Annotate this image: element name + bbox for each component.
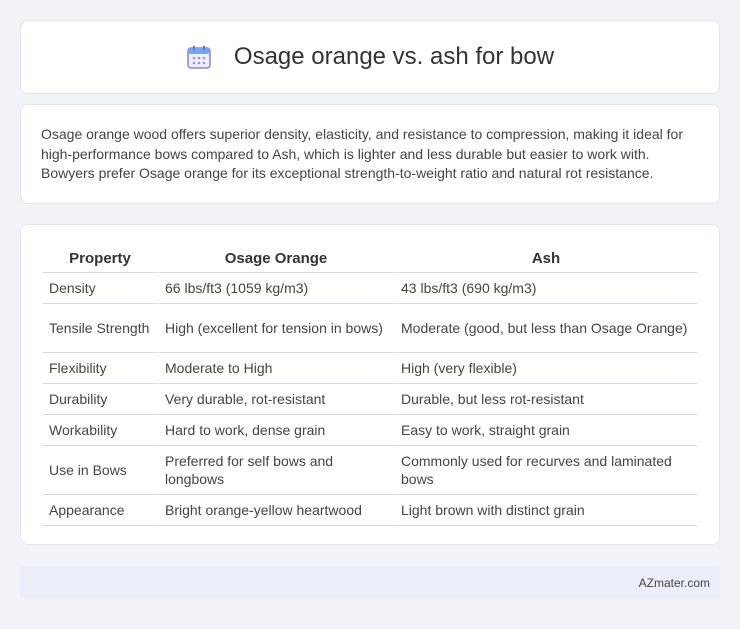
footer-bar: AZmater.com (20, 566, 720, 599)
table-row: Workability Hard to work, dense grain Ea… (43, 415, 697, 446)
table-row: Tensile Strength High (excellent for ten… (43, 304, 697, 353)
cell-property: Appearance (43, 495, 157, 526)
cell-ash: Moderate (good, but less than Osage Oran… (393, 304, 697, 353)
cell-osage: 66 lbs/ft3 (1059 kg/m3) (157, 273, 393, 304)
cell-property: Workability (43, 415, 157, 446)
cell-property: Durability (43, 384, 157, 415)
footer-site-link[interactable]: AZmater.com (639, 576, 710, 590)
title-card: Osage orange vs. ash for bow (20, 20, 720, 94)
table-header-row: Property Osage Orange Ash (43, 245, 697, 273)
page-title: Osage orange vs. ash for bow (233, 43, 555, 70)
table-row: Density 66 lbs/ft3 (1059 kg/m3) 43 lbs/f… (43, 273, 697, 304)
cell-property: Use in Bows (43, 446, 157, 495)
title-wrap: Osage orange vs. ash for bow (186, 43, 554, 71)
comparison-table: Property Osage Orange Ash Density 66 lbs… (43, 245, 697, 526)
cell-ash: Durable, but less rot-resistant (393, 384, 697, 415)
description-card: Osage orange wood offers superior densit… (20, 104, 720, 204)
calendar-icon (186, 44, 212, 70)
cell-osage: Bright orange-yellow heartwood (157, 495, 393, 526)
cell-ash: Easy to work, straight grain (393, 415, 697, 446)
cell-property: Flexibility (43, 353, 157, 384)
cell-ash: 43 lbs/ft3 (690 kg/m3) (393, 273, 697, 304)
cell-ash: Light brown with distinct grain (393, 495, 697, 526)
cell-ash: Commonly used for recurves and laminated… (393, 446, 697, 495)
description-text: Osage orange wood offers superior densit… (41, 126, 683, 181)
cell-osage: Hard to work, dense grain (157, 415, 393, 446)
header-ash: Ash (393, 245, 697, 273)
cell-osage: Moderate to High (157, 353, 393, 384)
table-row: Flexibility Moderate to High High (very … (43, 353, 697, 384)
header-osage-orange: Osage Orange (157, 245, 393, 273)
cell-property: Density (43, 273, 157, 304)
table-row: Durability Very durable, rot-resistant D… (43, 384, 697, 415)
comparison-table-card: Property Osage Orange Ash Density 66 lbs… (20, 224, 720, 545)
header-property: Property (43, 245, 157, 273)
cell-osage: Preferred for self bows and longbows (157, 446, 393, 495)
cell-osage: Very durable, rot-resistant (157, 384, 393, 415)
cell-osage: High (excellent for tension in bows) (157, 304, 393, 353)
table-row: Appearance Bright orange-yellow heartwoo… (43, 495, 697, 526)
table-row: Use in Bows Preferred for self bows and … (43, 446, 697, 495)
cell-ash: High (very flexible) (393, 353, 697, 384)
cell-property: Tensile Strength (43, 304, 157, 353)
